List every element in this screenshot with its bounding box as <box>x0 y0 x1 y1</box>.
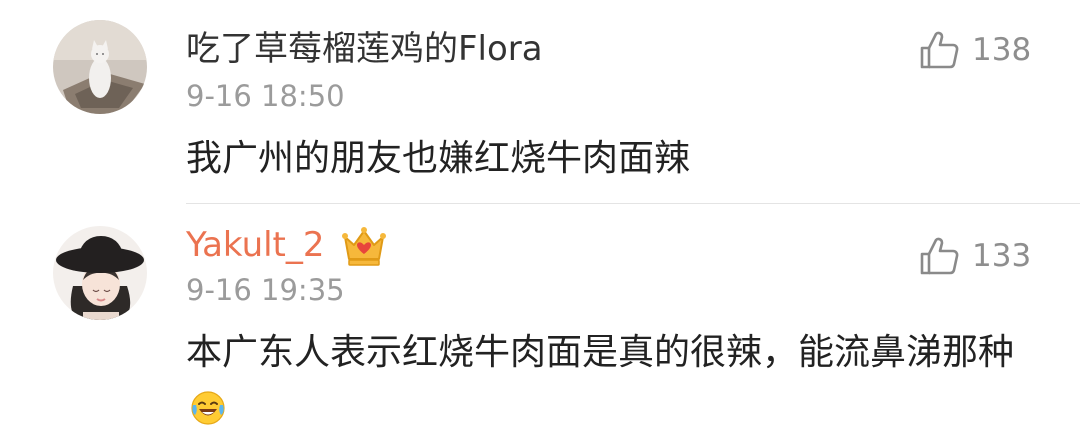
crown-icon <box>342 227 386 266</box>
comment-item: 吃了草莓榴莲鸡的Flora 9-16 18:50 138 我广州的朋友也嫌红烧牛… <box>0 0 1080 203</box>
comment-timestamp: 9-16 18:50 <box>186 79 345 113</box>
laughing-crying-emoji-icon <box>191 391 225 425</box>
comment-list: 吃了草莓榴莲鸡的Flora 9-16 18:50 138 我广州的朋友也嫌红烧牛… <box>0 0 1080 429</box>
comment-item: Yakult_2 9-16 19:35 133 本广东人表示红烧牛肉面是真的很辣… <box>0 203 1080 429</box>
comment-text-block: 本广东人表示红烧牛肉面是真的很辣，能流鼻涕那种 <box>186 325 1026 429</box>
cat-avatar-icon <box>53 20 147 114</box>
comment-text: 本广东人表示红烧牛肉面是真的很辣，能流鼻涕那种 <box>186 332 1015 373</box>
girl-hat-avatar-icon <box>53 226 147 320</box>
like-button[interactable]: 133 <box>918 234 1031 278</box>
comment-timestamp: 9-16 19:35 <box>186 273 345 307</box>
user-avatar[interactable] <box>53 226 147 320</box>
like-count: 138 <box>972 32 1032 68</box>
comment-text: 我广州的朋友也嫌红烧牛肉面辣 <box>186 138 691 179</box>
thumbs-up-icon <box>920 31 959 69</box>
user-avatar[interactable] <box>53 20 147 114</box>
thumbs-up-icon <box>920 237 959 275</box>
username[interactable]: 吃了草莓榴莲鸡的Flora <box>186 29 543 69</box>
like-count: 133 <box>972 238 1032 274</box>
username[interactable]: Yakult_2 <box>186 225 325 265</box>
like-button[interactable]: 138 <box>918 28 1031 72</box>
